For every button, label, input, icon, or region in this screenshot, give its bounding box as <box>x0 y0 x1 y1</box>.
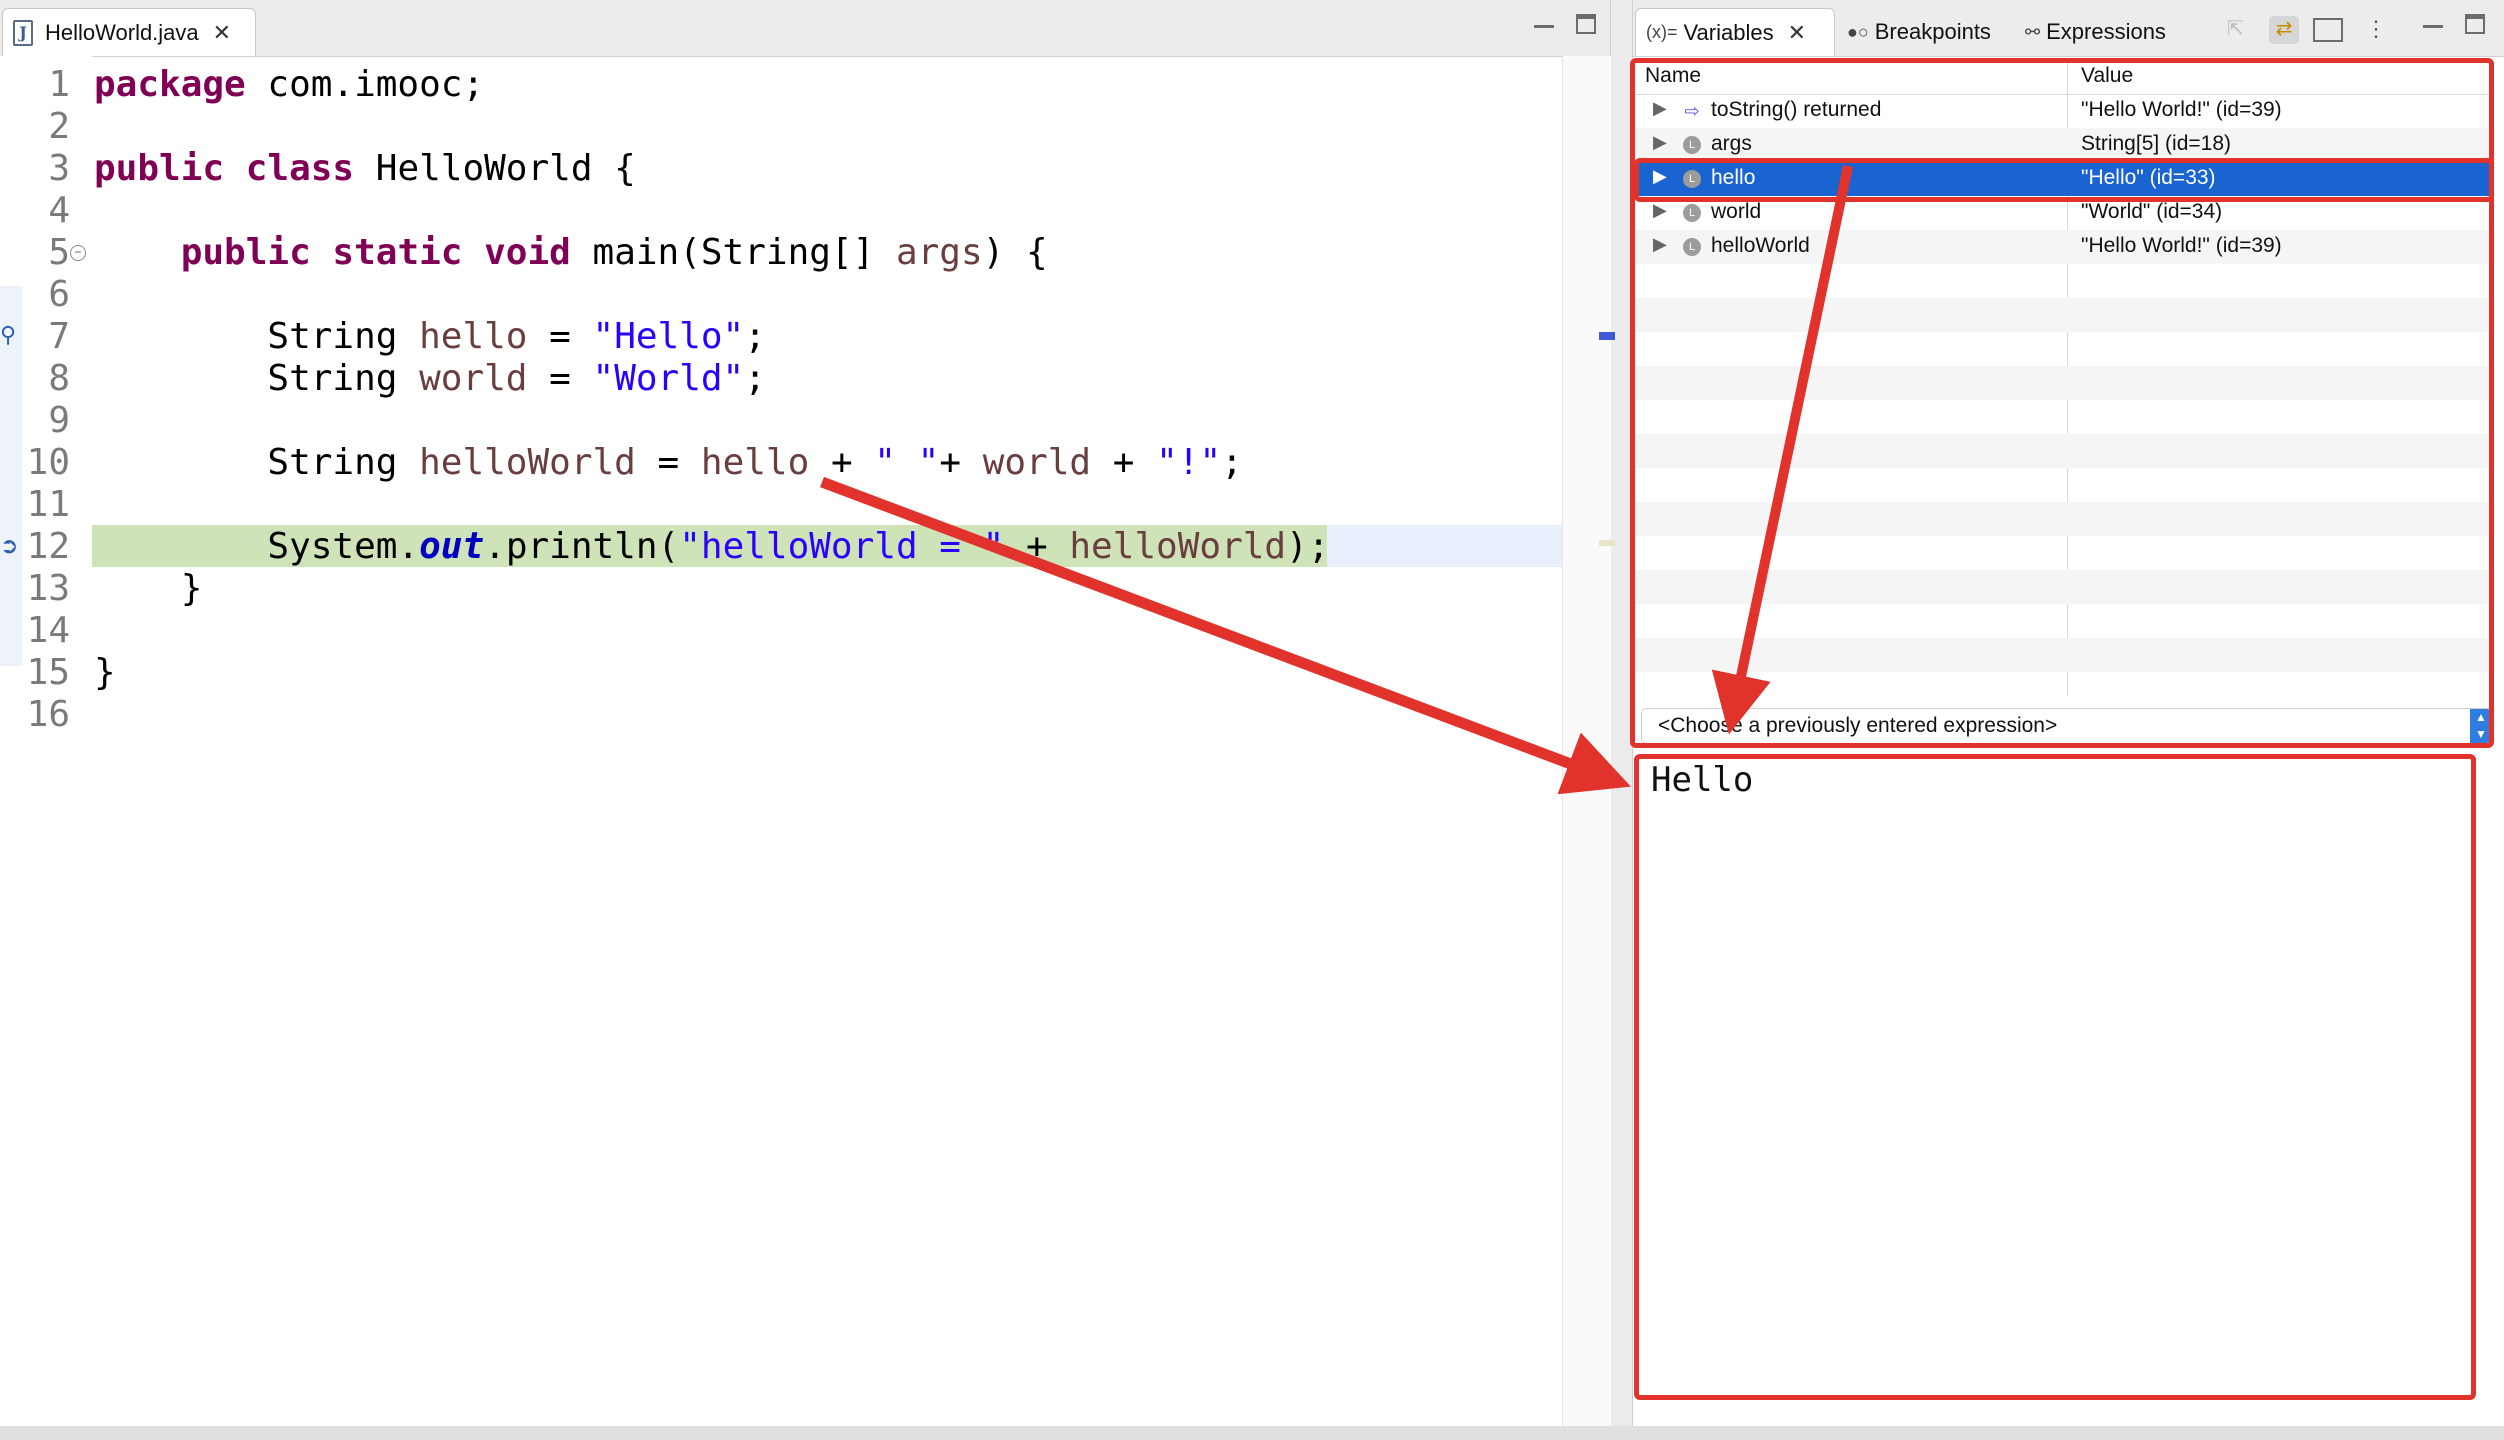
window-bottom-edge <box>0 1426 2504 1440</box>
arrow-variable-to-detail <box>1711 164 1853 735</box>
arrow-code-to-detail <box>820 476 1631 795</box>
annotation-arrows <box>820 164 1853 795</box>
